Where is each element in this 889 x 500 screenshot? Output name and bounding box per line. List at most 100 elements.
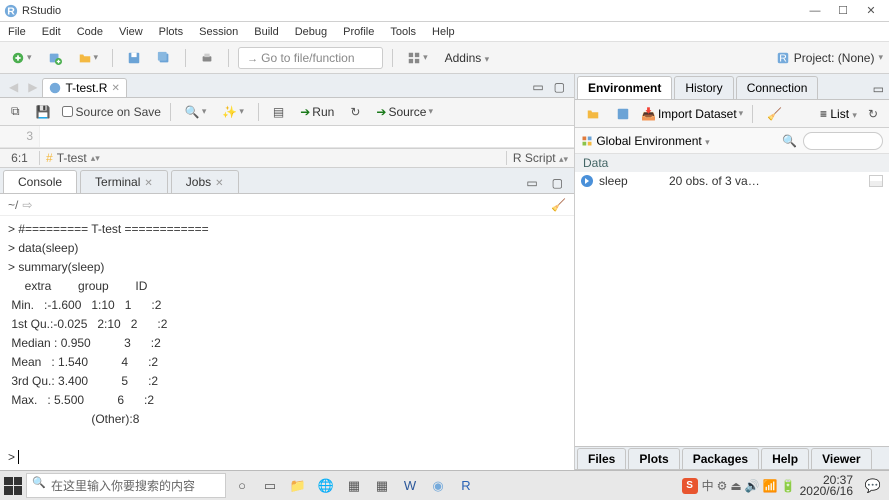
load-ws-button[interactable] [581, 104, 605, 124]
nav-back-button[interactable]: ◀ [4, 77, 23, 97]
r-file-icon [49, 82, 61, 94]
wand-button[interactable]: ✨▾ [217, 102, 248, 122]
help-tabstrip: Files Plots Packages Help Viewer [575, 446, 889, 470]
expand-icon[interactable] [581, 175, 593, 187]
clear-console-icon[interactable]: 🧹 [551, 198, 566, 212]
clear-env-button[interactable]: 🧹 [762, 104, 787, 124]
tab-files[interactable]: Files [577, 448, 626, 469]
tab-environment[interactable]: Environment [577, 76, 672, 99]
source-tab-ttest[interactable]: T-test.R ✕ [42, 78, 126, 97]
menu-session[interactable]: Session [199, 26, 238, 38]
svg-text:R: R [7, 5, 15, 17]
save-button[interactable] [122, 48, 146, 68]
console-output[interactable]: > #========= T-test ============ > data(… [0, 216, 574, 470]
function-picker[interactable]: # T-test ▴▾ [40, 151, 506, 165]
env-scope-bar: Global Environment ▾ 🔍 [575, 128, 889, 154]
close-button[interactable]: ✕ [857, 4, 885, 17]
nav-fwd-button[interactable]: ▶ [23, 77, 42, 97]
source-editor[interactable]: 3 [0, 126, 574, 148]
line-gutter: 3 [0, 126, 40, 147]
menu-view[interactable]: View [119, 26, 143, 38]
file-type-picker[interactable]: R Script ▴▾ [506, 151, 574, 165]
close-tab-icon[interactable]: ✕ [111, 83, 119, 94]
tab-plots[interactable]: Plots [628, 448, 679, 469]
cursor-position[interactable]: 6:1 [0, 151, 40, 165]
env-row-sleep[interactable]: sleep 20 obs. of 3 va… [575, 172, 889, 190]
view-list-button[interactable]: ≡ List ▾ [820, 107, 857, 121]
maximize-console-icon[interactable]: ▢ [547, 173, 568, 193]
menu-file[interactable]: File [8, 26, 26, 38]
cortana-icon[interactable]: ○ [230, 474, 254, 498]
explorer-icon[interactable]: 📁 [286, 474, 310, 498]
env-toolbar: 📥 Import Dataset ▾ 🧹 ≡ List ▾ ↻ [575, 100, 889, 128]
start-button[interactable] [4, 477, 22, 495]
tab-console[interactable]: Console [3, 170, 77, 193]
open-file-button[interactable]: ▾ [73, 48, 104, 68]
menu-tools[interactable]: Tools [390, 26, 416, 38]
browser-icon[interactable]: 🌐 [314, 474, 338, 498]
rstudio-taskbar-icon[interactable]: ◉ [426, 474, 450, 498]
import-dataset-button[interactable]: 📥 Import Dataset ▾ [641, 107, 743, 121]
minimize-env-icon[interactable]: ▭ [868, 79, 889, 99]
view-table-icon[interactable] [869, 175, 883, 187]
ime-badge[interactable]: S [682, 478, 698, 494]
window-title: RStudio [22, 5, 801, 17]
word-icon[interactable]: W [398, 474, 422, 498]
grid-button[interactable]: ▾ [402, 48, 433, 68]
project-menu[interactable]: R Project: (None) ▾ [776, 51, 883, 65]
env-data-list: Data sleep 20 obs. of 3 va… [575, 154, 889, 190]
source-toolbar: ⧉ 💾 Source on Save 🔍▾ ✨▾ ▤ ➔ Run ↻ ➔ Sou… [0, 98, 574, 126]
tab-viewer[interactable]: Viewer [811, 448, 871, 469]
ime-indicator[interactable]: 中 [702, 477, 714, 494]
maximize-pane-icon[interactable]: ▢ [549, 77, 570, 97]
maximize-button[interactable]: ☐ [829, 4, 857, 17]
app-icon[interactable]: ▦ [370, 474, 394, 498]
menu-edit[interactable]: Edit [42, 26, 61, 38]
minimize-pane-icon[interactable]: ▭ [527, 77, 548, 97]
minimize-button[interactable]: — [801, 5, 829, 17]
tab-help[interactable]: Help [761, 448, 809, 469]
tab-history[interactable]: History [674, 76, 733, 99]
system-tray[interactable]: 中 ⚙⏏🔊📶🔋 [702, 477, 796, 494]
print-button[interactable] [195, 48, 219, 68]
working-dir[interactable]: ~/ [8, 198, 18, 212]
taskbar-search[interactable]: 在这里输入你要搜索的内容 [26, 473, 226, 498]
separator [392, 49, 393, 67]
menu-build[interactable]: Build [254, 26, 278, 38]
addins-menu[interactable]: Addins ▾ [439, 51, 496, 65]
tab-jobs[interactable]: Jobs✕ [171, 170, 239, 193]
tab-terminal[interactable]: Terminal✕ [80, 170, 168, 193]
menu-help[interactable]: Help [432, 26, 455, 38]
tab-connections[interactable]: Connection [736, 76, 819, 99]
source-button[interactable]: ➔ Source ▾ [371, 102, 438, 122]
menu-profile[interactable]: Profile [343, 26, 374, 38]
save-all-button[interactable] [152, 48, 176, 68]
taskbar-clock[interactable]: 20:37 2020/6/16 [800, 475, 857, 497]
menu-code[interactable]: Code [77, 26, 103, 38]
app-icon[interactable]: ▦ [342, 474, 366, 498]
notifications-icon[interactable]: 💬 [861, 474, 885, 498]
tab-packages[interactable]: Packages [682, 448, 759, 469]
source-on-save-checkbox[interactable]: Source on Save [62, 105, 161, 119]
rerun-button[interactable]: ↻ [345, 102, 365, 122]
r-taskbar-icon[interactable]: R [454, 474, 478, 498]
env-search-input[interactable] [803, 132, 883, 150]
new-project-button[interactable] [43, 48, 67, 68]
notebook-button[interactable]: ▤ [268, 102, 289, 122]
menubar: File Edit Code View Plots Session Build … [0, 22, 889, 42]
goto-file-input[interactable]: → Go to file/function [238, 47, 383, 69]
find-button[interactable]: 🔍▾ [180, 102, 211, 122]
goto-dir-icon[interactable]: ⇨ [22, 198, 32, 212]
main-toolbar: ▾ ▾ → Go to file/function ▾ Addins ▾ R P… [0, 42, 889, 74]
menu-plots[interactable]: Plots [159, 26, 183, 38]
taskview-icon[interactable]: ▭ [258, 474, 282, 498]
refresh-env-icon[interactable]: ↻ [863, 104, 883, 124]
save-src-button[interactable]: 💾 [31, 102, 56, 122]
save-ws-button[interactable] [611, 104, 635, 124]
run-button[interactable]: ➔ Run [295, 102, 339, 122]
popout-button[interactable]: ⧉ [6, 101, 25, 122]
minimize-console-icon[interactable]: ▭ [521, 173, 542, 193]
scope-picker[interactable]: Global Environment ▾ [581, 134, 710, 148]
new-file-button[interactable]: ▾ [6, 48, 37, 68]
menu-debug[interactable]: Debug [295, 26, 327, 38]
